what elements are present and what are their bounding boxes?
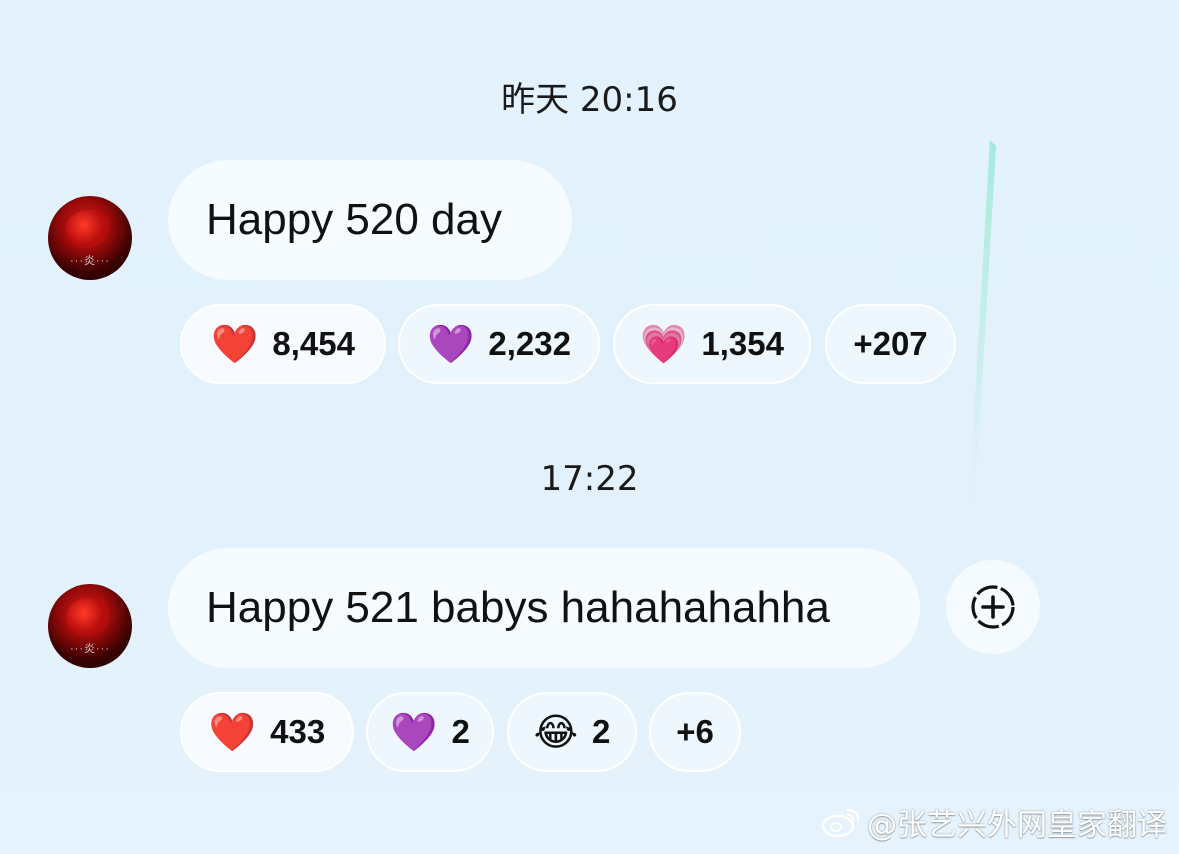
timestamp-yesterday: 昨天 20:16 xyxy=(501,80,678,120)
watermark-text: @张艺兴外网皇家翻译 xyxy=(867,808,1167,843)
avatar-mark: ···炎··· xyxy=(70,643,110,655)
avatar-figure xyxy=(66,598,110,636)
message-text: Happy 521 babys hahahahahha xyxy=(206,583,830,632)
growing-heart-icon: 💗 xyxy=(640,322,688,366)
message-text: Happy 520 day xyxy=(206,195,502,244)
reaction-count: 2 xyxy=(451,713,470,750)
weibo-logo-icon xyxy=(821,808,860,838)
avatar-figure xyxy=(66,210,110,248)
reaction-chip-more[interactable]: +6 xyxy=(649,692,741,772)
reaction-count: 1,354 xyxy=(701,325,784,362)
reaction-chip-red-heart[interactable]: ❤️ 433 xyxy=(180,692,354,772)
purple-heart-icon: 💜 xyxy=(390,710,438,754)
avatar[interactable]: ···炎··· xyxy=(48,584,132,668)
reaction-chip-purple-heart[interactable]: 💜 2,232 xyxy=(398,304,600,384)
reaction-more-count: +6 xyxy=(676,713,714,750)
add-reaction-button[interactable] xyxy=(946,560,1040,654)
reaction-chip-more[interactable]: +207 xyxy=(825,304,956,384)
watermark: @张艺兴外网皇家翻译 xyxy=(821,800,1167,844)
avatar[interactable]: ···炎··· xyxy=(48,196,132,280)
red-heart-icon: ❤️ xyxy=(208,710,257,754)
reaction-count: 8,454 xyxy=(272,325,355,362)
tears-of-joy-icon: 😂 xyxy=(533,710,579,754)
red-heart-icon: ❤️ xyxy=(211,322,259,366)
reaction-chip-red-heart[interactable]: ❤️ 8,454 xyxy=(180,304,386,384)
reaction-chip-growing-heart[interactable]: 💗 1,354 xyxy=(613,304,811,384)
reaction-more-count: +207 xyxy=(853,325,928,362)
reaction-count: 2 xyxy=(592,713,611,750)
reaction-chip-tears-of-joy[interactable]: 😂 2 xyxy=(507,692,637,772)
reaction-count: 433 xyxy=(270,713,326,750)
message-bubble[interactable]: Happy 521 babys hahahahahha xyxy=(168,548,920,668)
message-bubble[interactable]: Happy 520 day xyxy=(168,160,572,280)
avatar-mark: ···炎··· xyxy=(70,255,110,267)
purple-heart-icon: 💜 xyxy=(427,322,475,366)
reaction-chip-purple-heart[interactable]: 💜 2 xyxy=(366,692,494,772)
timestamp-today: 17:22 xyxy=(540,459,639,499)
add-reaction-icon xyxy=(971,585,1015,629)
reaction-count: 2,232 xyxy=(488,325,571,362)
